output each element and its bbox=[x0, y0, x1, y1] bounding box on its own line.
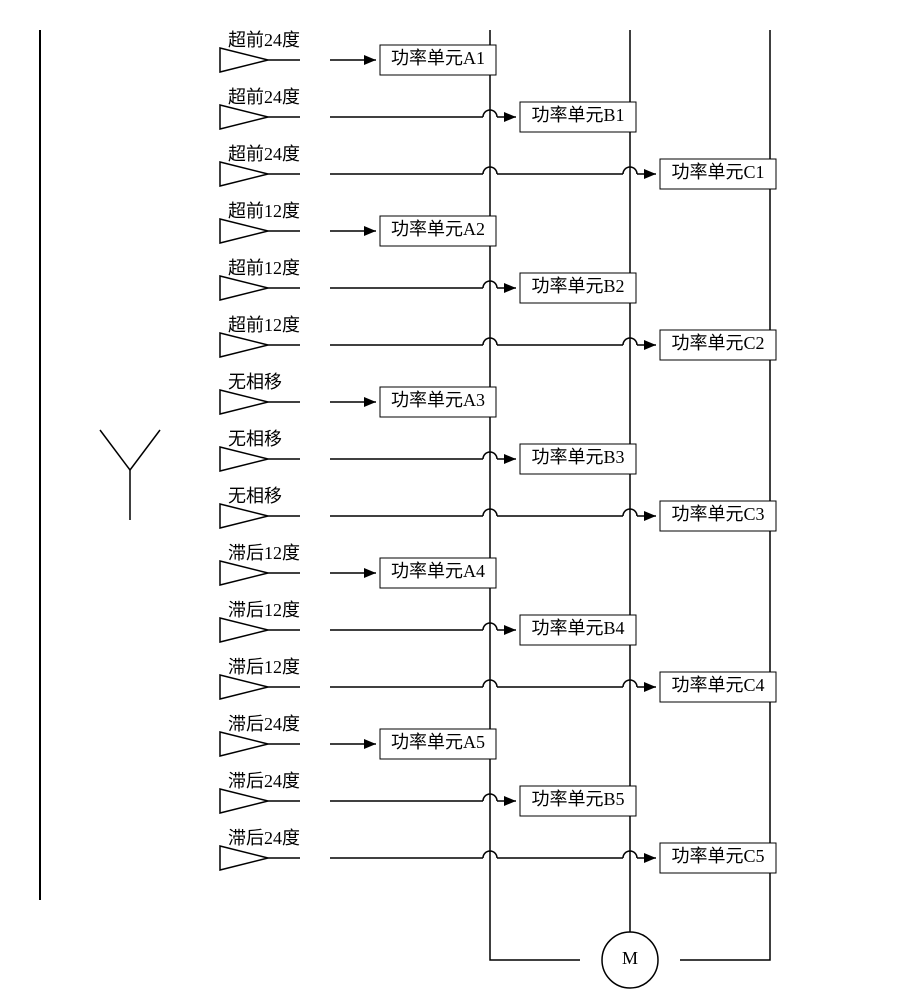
delta-winding-icon bbox=[220, 447, 268, 471]
winding-row: 无相移功率单元B3 bbox=[220, 429, 636, 474]
power-unit-label: 功率单元B4 bbox=[531, 618, 624, 638]
power-unit-label: 功率单元B3 bbox=[531, 447, 624, 467]
phase-shift-label: 滞后12度 bbox=[228, 543, 300, 563]
winding-row: 无相移功率单元A3 bbox=[220, 372, 496, 417]
delta-winding-icon bbox=[220, 846, 268, 870]
power-unit-label: 功率单元A2 bbox=[391, 219, 485, 239]
power-unit-label: 功率单元A5 bbox=[391, 732, 485, 752]
phase-shift-label: 超前24度 bbox=[228, 87, 300, 107]
phase-shift-label: 无相移 bbox=[228, 486, 282, 506]
winding-row: 滞后24度功率单元C5 bbox=[220, 828, 776, 873]
phase-shift-label: 超前12度 bbox=[228, 258, 300, 278]
winding-row: 滞后12度功率单元B4 bbox=[220, 600, 636, 645]
winding-row: 超前24度功率单元A1 bbox=[220, 30, 496, 75]
winding-row: 超前12度功率单元B2 bbox=[220, 258, 636, 303]
power-unit-label: 功率单元B5 bbox=[531, 789, 624, 809]
phase-shift-label: 滞后12度 bbox=[228, 657, 300, 677]
primary-winding bbox=[40, 30, 160, 900]
power-unit-label: 功率单元C4 bbox=[671, 675, 764, 695]
delta-winding-icon bbox=[220, 390, 268, 414]
delta-winding-icon bbox=[220, 333, 268, 357]
delta-winding-icon bbox=[220, 618, 268, 642]
phase-shift-label: 超前24度 bbox=[228, 144, 300, 164]
winding-row: 超前24度功率单元B1 bbox=[220, 87, 636, 132]
phase-shift-label: 滞后12度 bbox=[228, 600, 300, 620]
winding-row: 滞后24度功率单元B5 bbox=[220, 771, 636, 816]
wye-symbol bbox=[100, 430, 160, 520]
phase-shift-label: 无相移 bbox=[228, 372, 282, 392]
delta-winding-icon bbox=[220, 105, 268, 129]
motor-label: M bbox=[622, 948, 638, 968]
phase-shift-diagram: 超前24度功率单元A1超前24度功率单元B1超前24度功率单元C1超前12度功率… bbox=[0, 0, 900, 1000]
delta-winding-icon bbox=[220, 675, 268, 699]
power-unit-label: 功率单元A4 bbox=[391, 561, 485, 581]
delta-winding-icon bbox=[220, 276, 268, 300]
delta-winding-icon bbox=[220, 789, 268, 813]
delta-winding-icon bbox=[220, 504, 268, 528]
phase-shift-label: 滞后24度 bbox=[228, 828, 300, 848]
winding-row: 滞后12度功率单元C4 bbox=[220, 657, 776, 702]
motor: M bbox=[490, 932, 770, 988]
delta-winding-icon bbox=[220, 48, 268, 72]
phase-shift-label: 无相移 bbox=[228, 429, 282, 449]
power-unit-label: 功率单元B1 bbox=[531, 105, 624, 125]
phase-shift-label: 超前12度 bbox=[228, 315, 300, 335]
phase-shift-label: 滞后24度 bbox=[228, 714, 300, 734]
power-unit-label: 功率单元C1 bbox=[671, 162, 764, 182]
phase-shift-label: 超前12度 bbox=[228, 201, 300, 221]
winding-row: 超前24度功率单元C1 bbox=[220, 144, 776, 189]
delta-winding-icon bbox=[220, 732, 268, 756]
power-unit-label: 功率单元C3 bbox=[671, 504, 764, 524]
winding-row: 超前12度功率单元A2 bbox=[220, 201, 496, 246]
delta-winding-icon bbox=[220, 561, 268, 585]
power-unit-label: 功率单元C2 bbox=[671, 333, 764, 353]
power-unit-label: 功率单元C5 bbox=[671, 846, 764, 866]
delta-winding-icon bbox=[220, 219, 268, 243]
winding-row: 滞后24度功率单元A5 bbox=[220, 714, 496, 759]
phase-shift-label: 滞后24度 bbox=[228, 771, 300, 791]
delta-winding-icon bbox=[220, 162, 268, 186]
winding-row: 无相移功率单元C3 bbox=[220, 486, 776, 531]
power-unit-label: 功率单元A1 bbox=[391, 48, 485, 68]
winding-row: 超前12度功率单元C2 bbox=[220, 315, 776, 360]
power-unit-label: 功率单元B2 bbox=[531, 276, 624, 296]
winding-row: 滞后12度功率单元A4 bbox=[220, 543, 496, 588]
power-unit-label: 功率单元A3 bbox=[391, 390, 485, 410]
phase-shift-label: 超前24度 bbox=[228, 30, 300, 50]
